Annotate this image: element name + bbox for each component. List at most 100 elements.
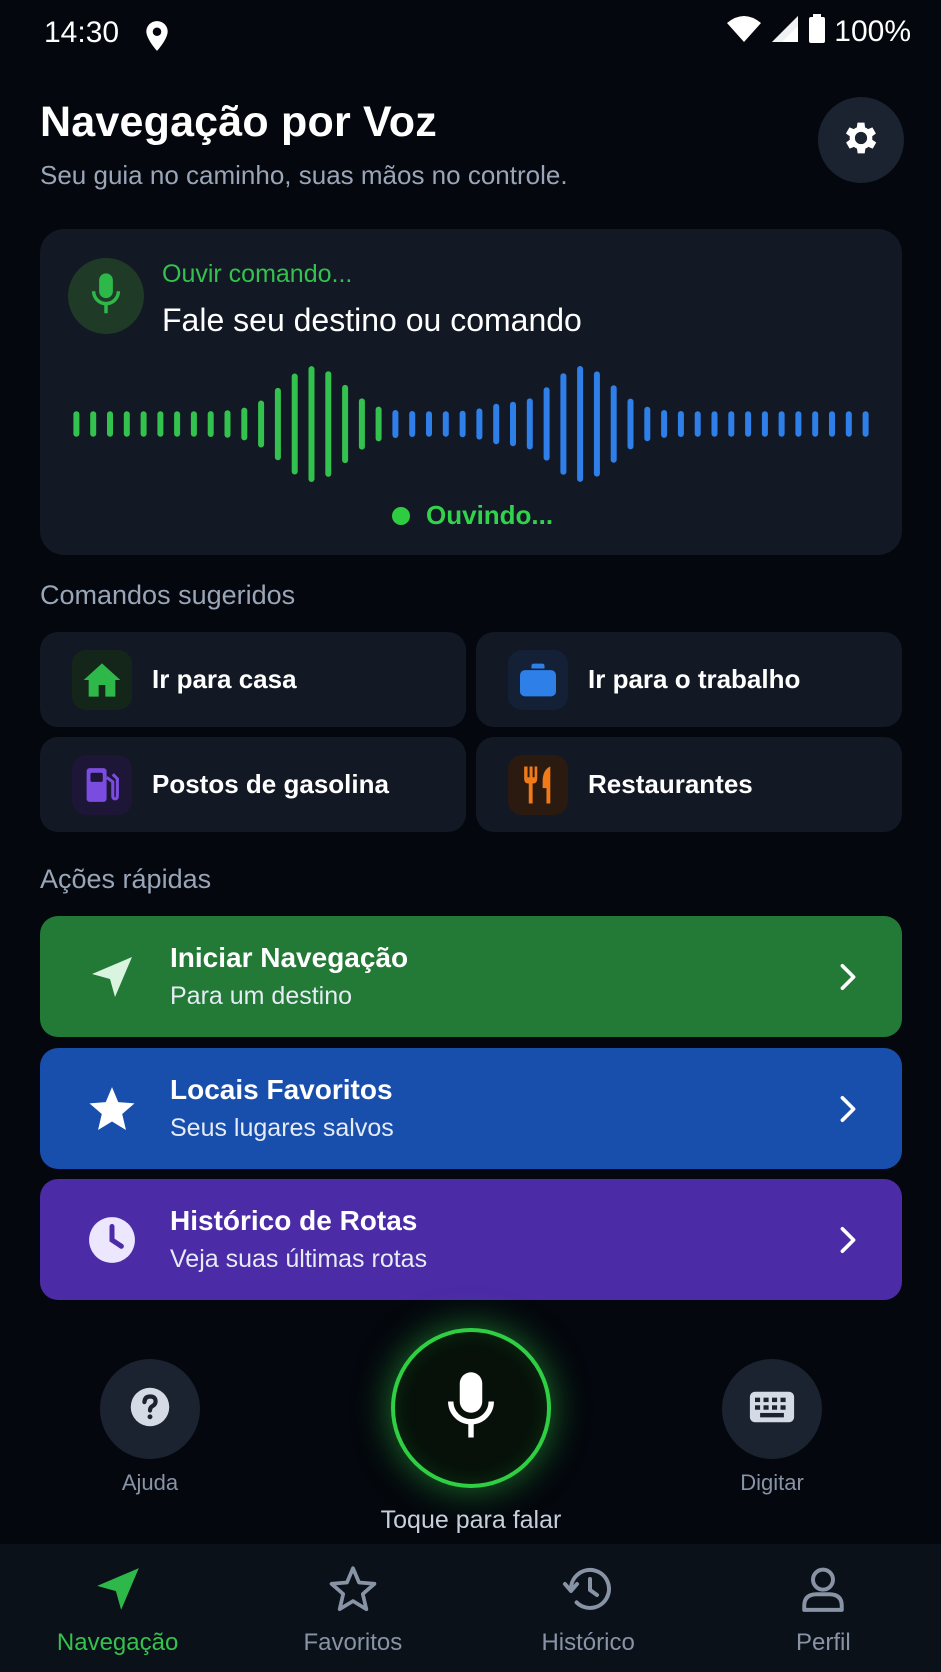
waveform-bar xyxy=(308,366,315,482)
navigation-arrow-icon xyxy=(82,947,142,1007)
waveform-bar xyxy=(661,410,668,438)
waveform-bar xyxy=(543,387,550,461)
route-history-button[interactable]: Histórico de Rotas Veja suas últimas rot… xyxy=(40,1179,902,1300)
waveform-bar xyxy=(677,411,684,437)
waveform-bar xyxy=(90,411,97,437)
waveform-bar xyxy=(795,411,802,437)
fork-knife-icon xyxy=(508,754,568,815)
suggestion-home[interactable]: Ir para casa xyxy=(40,632,466,727)
gas-pump-icon xyxy=(72,754,132,815)
waveform-bar xyxy=(274,387,281,461)
waveform-bar xyxy=(812,411,819,437)
waveform-bar xyxy=(728,411,735,437)
listening-text: Ouvindo... xyxy=(426,500,554,530)
waveform-bar xyxy=(778,411,785,437)
battery-percent: 100% xyxy=(834,14,911,48)
suggestions-heading: Comandos sugeridos xyxy=(40,580,296,610)
push-to-talk-button[interactable] xyxy=(391,1328,551,1488)
waveform-bar xyxy=(526,398,533,450)
nav-label: Navegação xyxy=(56,1629,179,1656)
nav-item-navigation[interactable]: Navegação xyxy=(0,1544,235,1672)
wifi-icon xyxy=(726,15,762,48)
location-icon xyxy=(144,20,174,52)
nav-label: Histórico xyxy=(541,1629,635,1656)
user-icon xyxy=(798,1564,848,1619)
waveform-bar xyxy=(627,398,634,450)
nav-item-favorites[interactable]: Favoritos xyxy=(235,1544,470,1672)
keyboard-input-button[interactable] xyxy=(722,1359,822,1459)
star-outline-icon xyxy=(328,1564,378,1619)
briefcase-icon xyxy=(508,649,568,710)
waveform-bar xyxy=(375,406,382,442)
waveform-bar xyxy=(73,411,80,437)
suggestion-restaurants[interactable]: Restaurantes xyxy=(476,737,902,832)
waveform-bar xyxy=(207,411,214,437)
waveform-bar xyxy=(224,410,231,438)
action-title: Iniciar Navegação xyxy=(170,942,409,973)
waveform-bar xyxy=(694,411,701,437)
suggestion-label: Ir para casa xyxy=(152,664,297,694)
suggestion-label: Restaurantes xyxy=(588,769,753,799)
clock-icon xyxy=(82,1210,142,1270)
waveform-bar xyxy=(829,411,835,437)
signal-icon xyxy=(770,15,800,48)
listening-status: Ouvindo... xyxy=(392,500,553,531)
navigation-arrow-icon xyxy=(93,1564,143,1619)
nav-item-profile[interactable]: Perfil xyxy=(706,1544,941,1672)
waveform-bar xyxy=(761,411,768,437)
action-title: Locais Favoritos xyxy=(170,1074,393,1105)
audio-waveform xyxy=(68,366,874,482)
status-indicators: 100% xyxy=(726,14,911,49)
waveform-bar xyxy=(409,411,416,437)
start-navigation-button[interactable]: Iniciar Navegação Para um destino xyxy=(40,916,902,1037)
waveform-bar xyxy=(325,371,332,477)
voice-state-label: Ouvir comando... xyxy=(162,260,353,288)
action-subtitle: Seus lugares salvos xyxy=(170,1114,394,1142)
waveform-bar xyxy=(140,411,147,437)
keyboard-label: Digitar xyxy=(740,1470,804,1495)
favorite-places-button[interactable]: Locais Favoritos Seus lugares salvos xyxy=(40,1048,902,1169)
gear-icon xyxy=(840,117,882,164)
page-title: Navegação por Voz xyxy=(40,98,437,146)
waveform-bar xyxy=(342,384,349,464)
help-button[interactable] xyxy=(100,1359,200,1459)
status-time: 14:30 xyxy=(44,16,120,49)
suggestion-label: Ir para o trabalho xyxy=(588,664,801,694)
suggestion-gas-stations[interactable]: Postos de gasolina xyxy=(40,737,466,832)
tap-to-speak-label: Toque para falar xyxy=(380,1506,562,1534)
chevron-right-icon xyxy=(828,1226,868,1254)
keyboard-icon xyxy=(748,1390,796,1429)
suggestion-label: Postos de gasolina xyxy=(152,769,389,799)
nav-item-history[interactable]: Histórico xyxy=(471,1544,706,1672)
suggestion-work[interactable]: Ir para o trabalho xyxy=(476,632,902,727)
settings-button[interactable] xyxy=(818,97,904,183)
nav-label: Perfil xyxy=(796,1629,851,1656)
waveform-bar xyxy=(258,400,265,448)
action-subtitle: Para um destino xyxy=(170,982,353,1010)
waveform-bar xyxy=(123,411,130,437)
waveform-bar xyxy=(392,410,399,438)
voice-prompt: Fale seu destino ou comando xyxy=(162,302,582,338)
page-subtitle: Seu guia no caminho, suas mãos no contro… xyxy=(40,160,568,190)
microphone-icon xyxy=(444,1369,498,1448)
waveform-bar xyxy=(510,401,516,447)
waveform-bar xyxy=(862,411,869,437)
help-icon xyxy=(129,1386,171,1433)
waveform-bar xyxy=(644,406,651,442)
waveform-bar xyxy=(426,411,432,437)
help-label: Ajuda xyxy=(121,1470,179,1495)
waveform-bar xyxy=(291,373,298,475)
action-subtitle: Veja suas últimas rotas xyxy=(170,1245,428,1273)
bottom-navigation: Navegação Favoritos Histórico Perfil xyxy=(0,1544,941,1672)
quick-actions-heading: Ações rápidas xyxy=(40,864,212,894)
waveform-bar xyxy=(174,411,181,437)
star-icon xyxy=(82,1079,142,1139)
waveform-bar xyxy=(358,398,365,450)
history-icon xyxy=(562,1564,614,1619)
action-title: Histórico de Rotas xyxy=(170,1205,418,1236)
waveform-bar xyxy=(610,385,617,463)
waveform-bar xyxy=(157,411,164,437)
waveform-bar xyxy=(560,373,567,475)
waveform-bar xyxy=(442,411,449,437)
waveform-bar xyxy=(845,411,852,437)
